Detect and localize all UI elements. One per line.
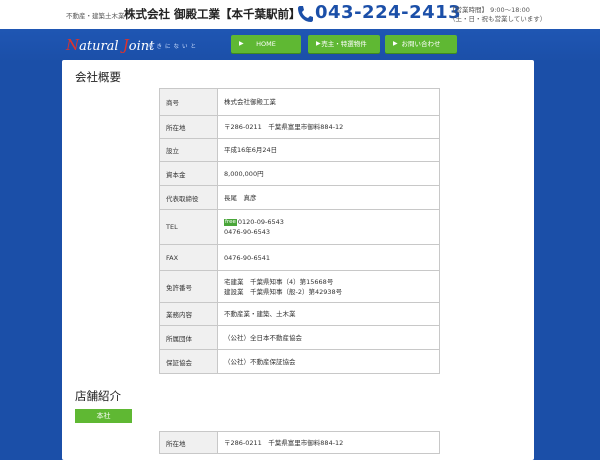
table-row: 免許番号 宅建業 千葉県知事（4）第15668号 建設業 千葉県知事（般-2）第… [159, 270, 440, 303]
nav-home-label: HOME [256, 40, 276, 48]
row-value: （公社）全日本不動産協会 [217, 325, 440, 350]
license-line: 建設業 千葉県知事（般-2）第42938号 [224, 287, 343, 296]
tel-main[interactable]: 0476-90-6543 [224, 227, 439, 237]
row-key: FAX [159, 244, 218, 271]
top-bar: 不動産・建築土木業 株式会社 御殿工業【本千葉駅前】 043-224-2413 … [0, 0, 600, 29]
row-key: 資本金 [159, 161, 218, 186]
site-logo[interactable]: Natural Joint [66, 36, 154, 54]
row-value: free 0120-09-6543 0476-90-6543 [217, 209, 440, 245]
row-value: （公社）不動産保証協会 [217, 349, 440, 374]
row-key: 商号 [159, 88, 218, 116]
row-value: 宅建業 千葉県知事（4）第15668号 建設業 千葉県知事（般-2）第42938… [217, 270, 440, 303]
table-row: FAX 0476-90-6541 [159, 244, 440, 271]
business-hours: 【営業時間】 9:00～18:00 （土・日・祝も営業しています） [449, 6, 546, 24]
row-key: 設立 [159, 138, 218, 162]
nav-contact-button[interactable]: ▶ お問い合わせ [385, 35, 457, 53]
nav-contact-label: お問い合わせ [401, 40, 441, 48]
business-hours-line2: （土・日・祝も営業しています） [449, 15, 547, 23]
tel-free[interactable]: 0120-09-6543 [238, 218, 284, 226]
row-value: 8,000,000円 [217, 161, 440, 186]
table-row: 代表取締役 長尾 真彦 [159, 185, 440, 210]
row-key: 所在地 [159, 115, 218, 139]
table-row: 設立 平成16年6月24日 [159, 138, 440, 162]
table-row: 商号 株式会社御殿工業 [159, 88, 440, 116]
row-value: 株式会社御殿工業 [217, 88, 440, 116]
row-value: 長尾 真彦 [217, 185, 440, 210]
phone-number[interactable]: 043-224-2413 [315, 2, 461, 23]
store-intro-heading: 店舗紹介 [75, 389, 121, 403]
company-subtitle: 不動産・建築土木業 [66, 12, 125, 20]
store-info-table: 所在地 〒286-0211 千葉県富里市御料884-12 [159, 431, 440, 454]
row-key: 所在地 [159, 431, 218, 454]
table-row: 所在地 〒286-0211 千葉県富里市御料884-12 [159, 115, 440, 139]
business-hours-line1: 【営業時間】 9:00～18:00 [449, 6, 530, 14]
row-key: 代表取締役 [159, 185, 218, 210]
table-row: 所属団体 （公社）全日本不動産協会 [159, 325, 440, 350]
nav-properties-label: 売主・特選物件 [321, 40, 367, 48]
row-value: 〒286-0211 千葉県富里市御料884-12 [217, 431, 440, 454]
logo-letter-n: N [66, 36, 80, 54]
logo-kana: ゆきにないと [148, 44, 200, 50]
phone-icon [298, 6, 313, 22]
row-key: 所属団体 [159, 325, 218, 350]
free-dial-icon: free [224, 218, 237, 226]
row-value: 不動産業・建築、土木業 [217, 302, 440, 326]
nav-properties-button[interactable]: ▶ 売主・特選物件 [308, 35, 380, 53]
row-value: 平成16年6月24日 [217, 138, 440, 162]
table-row: 保証協会 （公社）不動産保証協会 [159, 349, 440, 374]
row-key: 業務内容 [159, 302, 218, 326]
table-row: TEL free 0120-09-6543 0476-90-6543 [159, 209, 440, 245]
license-line: 宅建業 千葉県知事（4）第15668号 [224, 277, 334, 286]
head-office-tag: 本社 [75, 409, 132, 423]
row-key: 免許番号 [159, 270, 218, 303]
table-row: 資本金 8,000,000円 [159, 161, 440, 186]
nav-home-button[interactable]: ▶ HOME [231, 35, 301, 53]
row-key: TEL [159, 209, 218, 245]
table-row: 所在地 〒286-0211 千葉県富里市御料884-12 [159, 431, 440, 454]
row-value: 0476-90-6541 [217, 244, 440, 271]
company-name: 株式会社 御殿工業【本千葉駅前】 [124, 7, 301, 21]
company-overview-heading: 会社概要 [75, 70, 121, 84]
table-row: 業務内容 不動産業・建築、土木業 [159, 302, 440, 326]
row-key: 保証協会 [159, 349, 218, 374]
logo-text-1: atural [79, 39, 123, 54]
row-value: 〒286-0211 千葉県富里市御料884-12 [217, 115, 440, 139]
company-info-table: 商号 株式会社御殿工業 所在地 〒286-0211 千葉県富里市御料884-12… [159, 88, 440, 374]
